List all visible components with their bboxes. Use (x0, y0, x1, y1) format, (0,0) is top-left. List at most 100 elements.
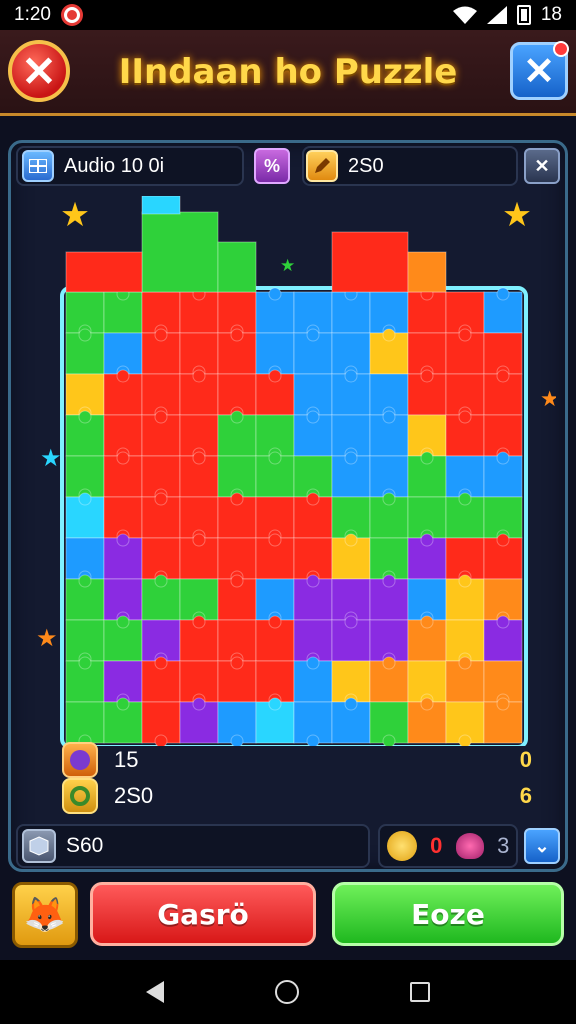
close-small-button[interactable]: ✕ (524, 148, 560, 184)
puzzle-piece[interactable] (483, 369, 523, 416)
puzzle-piece[interactable] (217, 656, 257, 703)
puzzle-piece[interactable] (369, 574, 409, 621)
stat-row-2: 2S0 6 (62, 778, 532, 814)
puzzle-piece[interactable] (103, 369, 143, 416)
puzzle-piece[interactable] (331, 287, 371, 334)
puzzle-piece[interactable] (103, 615, 143, 662)
puzzle-piece[interactable] (141, 328, 181, 375)
swirl-icon (62, 778, 98, 814)
puzzle-board[interactable]: ★ ★ ★ ★ ★ ★ (20, 196, 556, 746)
puzzle-piece[interactable] (445, 701, 485, 746)
puzzle-piece[interactable] (369, 492, 409, 539)
puzzle-piece[interactable] (141, 574, 181, 621)
puzzle-piece[interactable] (141, 656, 181, 703)
red-action-button[interactable]: Gasrö (90, 882, 316, 946)
puzzle-piece[interactable] (141, 211, 219, 293)
puzzle-piece[interactable] (445, 328, 485, 375)
puzzle-piece[interactable] (407, 451, 447, 498)
puzzle-piece[interactable] (483, 615, 523, 662)
puzzle-piece[interactable] (141, 492, 181, 539)
puzzle-piece[interactable] (179, 369, 219, 416)
puzzle-piece[interactable] (445, 574, 485, 621)
puzzle-piece[interactable] (483, 697, 523, 744)
puzzle-piece[interactable] (65, 656, 105, 703)
puzzle-piece[interactable] (369, 656, 409, 703)
recent-apps-icon[interactable] (410, 982, 431, 1002)
close-button-left[interactable]: ✕ (8, 40, 70, 102)
puzzle-piece[interactable] (483, 451, 523, 498)
puzzle-piece[interactable] (331, 451, 371, 498)
puzzle-piece[interactable] (217, 241, 257, 293)
puzzle-piece[interactable] (255, 533, 295, 580)
close-button-right[interactable]: ✕ (510, 41, 569, 100)
puzzle-piece[interactable] (445, 492, 485, 539)
puzzle-piece[interactable] (331, 231, 409, 293)
puzzle-piece[interactable] (293, 574, 333, 621)
percent-button[interactable]: % (254, 148, 290, 184)
puzzle-piece[interactable] (331, 615, 371, 662)
puzzle-piece[interactable] (331, 533, 371, 580)
puzzle-piece[interactable] (483, 533, 523, 580)
puzzle-piece[interactable] (65, 701, 105, 746)
back-icon[interactable] (145, 981, 164, 1003)
puzzle-piece[interactable] (141, 701, 181, 746)
score-value: 2S0 (348, 154, 384, 177)
puzzle-piece[interactable] (407, 615, 447, 662)
puzzle-piece[interactable] (179, 697, 219, 744)
dropdown-button[interactable]: ⌄ (524, 828, 560, 864)
puzzle-piece[interactable] (217, 574, 257, 621)
green-action-button[interactable]: Eoze (332, 882, 564, 946)
puzzle-piece[interactable] (255, 697, 295, 744)
puzzle-piece[interactable] (369, 410, 409, 457)
puzzle-piece[interactable] (293, 492, 333, 539)
puzzle-piece[interactable] (407, 697, 447, 744)
puzzle-piece[interactable] (255, 369, 295, 416)
puzzle-piece[interactable] (255, 615, 295, 662)
puzzle-piece[interactable] (293, 410, 333, 457)
puzzle-piece[interactable] (407, 251, 447, 293)
puzzle-piece[interactable] (293, 656, 333, 703)
puzzle-piece[interactable] (179, 451, 219, 498)
puzzle-piece[interactable] (407, 533, 447, 580)
puzzle-piece[interactable] (103, 287, 143, 334)
puzzle-piece[interactable] (179, 533, 219, 580)
character-button[interactable]: 🦊 (12, 882, 78, 948)
puzzle-piece[interactable] (483, 287, 523, 334)
puzzle-piece[interactable] (103, 697, 143, 744)
puzzle-piece[interactable] (217, 328, 257, 375)
puzzle-piece[interactable] (255, 451, 295, 498)
puzzle-piece[interactable] (179, 615, 219, 662)
puzzle-board-svg[interactable]: ★ ★ ★ ★ ★ ★ (20, 196, 556, 746)
puzzle-piece[interactable] (103, 451, 143, 498)
puzzle-piece[interactable] (369, 328, 409, 375)
puzzle-piece[interactable] (407, 287, 447, 334)
puzzle-piece[interactable] (65, 574, 105, 621)
action-row: 🦊 Gasrö Eoze (0, 878, 576, 950)
puzzle-piece[interactable] (407, 369, 447, 416)
puzzle-piece[interactable] (103, 533, 143, 580)
puzzle-piece[interactable] (217, 492, 257, 539)
puzzle-piece[interactable] (445, 656, 485, 703)
puzzle-piece[interactable] (141, 196, 181, 215)
stat-row-1: 15 0 (62, 742, 532, 778)
cube-icon (22, 829, 56, 863)
puzzle-piece[interactable] (179, 287, 219, 334)
puzzle-piece[interactable] (65, 492, 105, 539)
puzzle-piece[interactable] (293, 328, 333, 375)
puzzle-piece[interactable] (141, 410, 181, 457)
puzzle-piece[interactable] (331, 697, 371, 744)
star-icon: ★ (280, 256, 295, 275)
puzzle-piece[interactable] (65, 251, 143, 293)
puzzle-piece[interactable] (255, 287, 295, 334)
puzzle-piece[interactable] (65, 410, 105, 457)
puzzle-piece[interactable] (293, 701, 333, 746)
puzzle-piece[interactable] (217, 410, 257, 457)
star-icon: ★ (40, 445, 62, 472)
audio-box[interactable]: Audio 10 0i (16, 146, 244, 186)
puzzle-piece[interactable] (369, 701, 409, 746)
puzzle-piece[interactable] (217, 701, 257, 746)
home-icon[interactable] (274, 980, 299, 1004)
puzzle-piece[interactable] (445, 410, 485, 457)
puzzle-piece[interactable] (65, 328, 105, 375)
puzzle-piece[interactable] (331, 369, 371, 416)
